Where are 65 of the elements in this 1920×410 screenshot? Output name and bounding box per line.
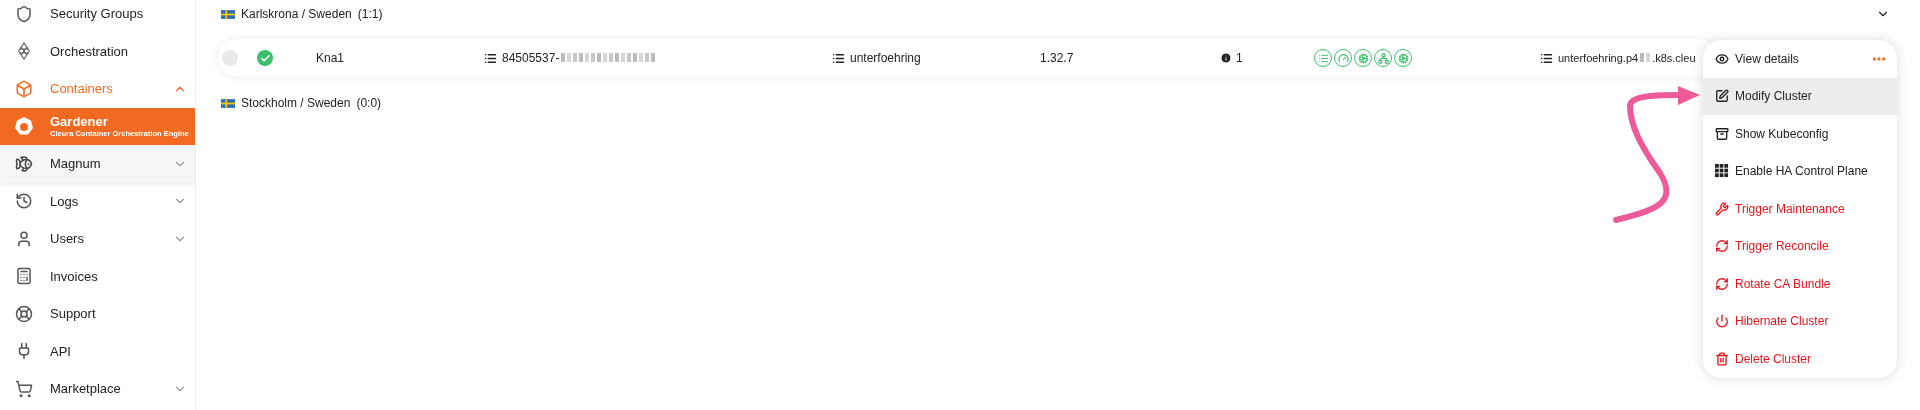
power-icon: [1715, 314, 1729, 329]
cluster-location: unterfoehring: [850, 50, 922, 67]
menu-item[interactable]: Enable HA Control Plane: [1703, 152, 1897, 190]
cluster-id: 84505537-: [502, 50, 560, 67]
region-title: Karlskrona / Sweden: [241, 6, 352, 23]
list-icon: [484, 51, 497, 65]
grid-icon: [1715, 164, 1729, 179]
menu-item[interactable]: Show Kubeconfig: [1703, 115, 1897, 153]
lattice-icon: [15, 42, 33, 61]
sidebar-label: Support: [50, 305, 96, 323]
sidebar-item[interactable]: Logs: [0, 182, 195, 220]
archive-icon: [1715, 126, 1729, 141]
list-icon: [832, 51, 845, 65]
cube-icon: [15, 79, 33, 98]
info-icon: [1220, 52, 1232, 64]
menu-item[interactable]: Delete Cluster: [1703, 340, 1897, 378]
sidebar-label: Containers: [50, 80, 113, 98]
menu-item[interactable]: Trigger Maintenance: [1703, 190, 1897, 228]
menu-item[interactable]: Modify Cluster: [1703, 77, 1897, 115]
endpoint-end: .k8s.cleu: [1652, 50, 1696, 66]
cart-icon: [15, 379, 33, 398]
sidebar-item[interactable]: Security Groups: [0, 0, 195, 33]
redaction-blur: [1640, 53, 1651, 62]
eye-icon: [1715, 51, 1729, 66]
sidebar-label: Gardener: [50, 113, 109, 129]
region-title: Stockholm / Sweden: [241, 95, 351, 112]
sidebar-label: API: [50, 342, 71, 361]
user-icon: [15, 229, 33, 248]
menu-item[interactable]: Hibernate Cluster: [1703, 302, 1897, 340]
menu-item[interactable]: Rotate CA Bundle: [1703, 265, 1897, 303]
sidebar-item[interactable]: Users: [0, 220, 195, 258]
sweden-flag-icon: [221, 98, 235, 108]
sidebar-label: Magnum: [50, 156, 101, 172]
cluster-name: Kna1: [316, 50, 346, 67]
wrench-icon: [1715, 201, 1729, 216]
sidebar-item[interactable]: API: [0, 332, 195, 370]
sidebar-subitem[interactable]: Magnum: [0, 145, 195, 183]
region-count: (1:1): [357, 6, 383, 23]
sidebar-label: Orchestration: [50, 42, 129, 61]
refresh-icon: [1715, 276, 1729, 291]
trash-icon: [1715, 351, 1729, 366]
refresh-icon: [1715, 239, 1729, 254]
sidebar-label: Logs: [50, 192, 79, 211]
sidebar-item[interactable]: Support: [0, 295, 195, 333]
calculator-icon: [15, 267, 33, 286]
menu-item[interactable]: Trigger Reconcile: [1703, 227, 1897, 265]
list-icon: [1540, 51, 1553, 65]
history-icon: [15, 192, 33, 211]
sidebar-label: Users: [50, 230, 84, 248]
sidebar-item[interactable]: Orchestration: [0, 32, 195, 70]
sidebar-item[interactable]: Invoices: [0, 257, 195, 295]
cluster-version: 1.32.7: [1040, 50, 1075, 67]
endpoint-start: unterfoehring.p4: [1558, 50, 1639, 66]
shield-icon: [15, 4, 33, 23]
sidebar-label: Marketplace: [50, 380, 121, 398]
sidebar-item[interactable]: Marketplace: [0, 370, 195, 408]
lifebuoy-icon: [15, 304, 33, 323]
warning-count: 1: [1236, 50, 1244, 67]
shark-icon: [15, 154, 33, 173]
sweden-flag-icon: [221, 9, 235, 19]
heptagon-icon: [14, 116, 34, 137]
edit-icon: [1715, 89, 1729, 104]
sidebar-label: Security Groups: [50, 5, 144, 23]
region-count: (0:0): [356, 95, 382, 112]
sidebar-label: Invoices: [50, 267, 98, 286]
